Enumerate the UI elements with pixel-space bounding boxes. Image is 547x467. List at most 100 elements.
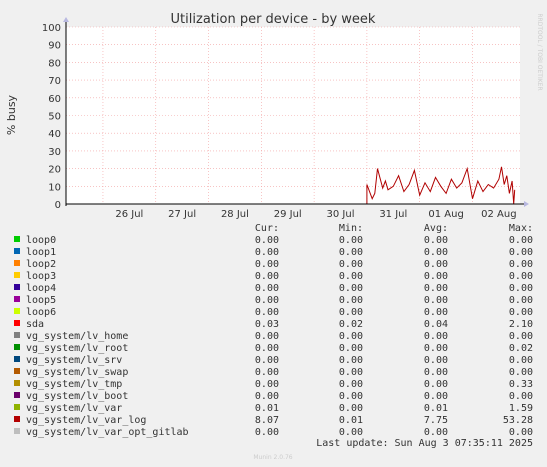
y-axis-arrow: [63, 17, 69, 22]
legend-value-cur: 8.07: [255, 415, 279, 426]
legend-value-min: 0.00: [339, 247, 363, 258]
y-tick-label: 30: [48, 147, 61, 158]
legend-item-name: vg_system/lv_home: [26, 331, 128, 342]
legend-header-cur: Cur:: [255, 223, 279, 234]
legend-value-min: 0.00: [339, 259, 363, 270]
y-tick-label: 90: [48, 41, 61, 52]
x-tick-label: 30 Jul: [327, 209, 355, 220]
legend-value-min: 0.00: [339, 391, 363, 402]
legend-value-max: 0.00: [509, 307, 533, 318]
chart-title: Utilization per device - by week: [171, 12, 376, 27]
legend-value-max: 0.00: [509, 295, 533, 306]
y-tick-label: 20: [48, 165, 61, 176]
last-update: Last update: Sun Aug 3 07:35:11 2025: [316, 438, 533, 449]
legend-item-name: sda: [26, 319, 44, 330]
legend-value-max: 0.33: [509, 379, 533, 390]
legend-value-max: 0.00: [509, 367, 533, 378]
legend-item-name: vg_system/lv_root: [26, 343, 128, 354]
legend-swatch: [14, 236, 20, 242]
legend-value-avg: 0.00: [424, 343, 448, 354]
x-axis-arrow: [524, 201, 529, 207]
legend-value-min: 0.00: [339, 379, 363, 390]
x-tick-label: 02 Aug: [481, 209, 516, 220]
legend-value-avg: 0.00: [424, 235, 448, 246]
legend-value-max: 0.00: [509, 235, 533, 246]
legend-value-cur: 0.00: [255, 307, 279, 318]
legend-value-avg: 7.75: [424, 415, 448, 426]
legend-value-min: 0.02: [339, 319, 363, 330]
legend-item-name: loop4: [26, 283, 56, 294]
legend-value-min: 0.00: [339, 331, 363, 342]
y-tick-label: 50: [48, 112, 61, 123]
legend-item-name: loop5: [26, 295, 56, 306]
munin-version: Munin 2.0.76: [253, 454, 292, 461]
legend-value-cur: 0.00: [255, 271, 279, 282]
y-tick-label: 60: [48, 94, 61, 105]
legend-value-avg: 0.00: [424, 331, 448, 342]
legend-value-cur: 0.00: [255, 247, 279, 258]
legend-value-cur: 0.00: [255, 427, 279, 438]
legend-swatch: [14, 416, 20, 422]
legend-value-avg: 0.00: [424, 391, 448, 402]
legend-swatch: [14, 248, 20, 254]
legend-header-avg: Avg:: [424, 223, 448, 234]
legend-value-min: 0.00: [339, 271, 363, 282]
legend-value-avg: 0.00: [424, 355, 448, 366]
legend-swatch: [14, 344, 20, 350]
legend-value-cur: 0.00: [255, 283, 279, 294]
y-tick-label: 40: [48, 129, 61, 140]
legend-value-min: 0.00: [339, 235, 363, 246]
legend-value-max: 1.59: [509, 403, 533, 414]
legend-value-min: 0.00: [339, 355, 363, 366]
legend-swatch: [14, 260, 20, 266]
legend-value-avg: 0.00: [424, 271, 448, 282]
plot-area: [66, 27, 520, 204]
y-tick-label: 80: [48, 58, 61, 69]
legend-value-min: 0.00: [339, 427, 363, 438]
legend-swatch: [14, 368, 20, 374]
legend-swatch: [14, 272, 20, 278]
legend-value-cur: 0.00: [255, 391, 279, 402]
legend-item-name: vg_system/lv_boot: [26, 391, 128, 402]
legend-value-avg: 0.00: [424, 427, 448, 438]
legend-swatch: [14, 332, 20, 338]
x-tick-label: 28 Jul: [221, 209, 249, 220]
legend-value-min: 0.00: [339, 295, 363, 306]
legend-value-avg: 0.00: [424, 379, 448, 390]
legend-value-max: 0.00: [509, 427, 533, 438]
rrdtool-credit: RRDTOOL / TOBI OETIKER: [536, 13, 543, 90]
legend-swatch: [14, 284, 20, 290]
legend-item-name: loop0: [26, 235, 56, 246]
legend-value-max: 0.02: [509, 343, 533, 354]
y-tick-label: 0: [55, 200, 61, 211]
legend-swatch: [14, 356, 20, 362]
legend-value-max: 0.00: [509, 271, 533, 282]
legend-value-cur: 0.00: [255, 235, 279, 246]
legend-value-cur: 0.03: [255, 319, 279, 330]
legend-item-name: vg_system/lv_var: [26, 403, 122, 414]
legend-value-max: 0.00: [509, 331, 533, 342]
legend-item-name: vg_system/lv_swap: [26, 367, 128, 378]
legend-value-min: 0.00: [339, 343, 363, 354]
y-tick-label: 10: [48, 182, 61, 193]
legend-item-name: vg_system/lv_tmp: [26, 379, 122, 390]
legend-header-min: Min:: [339, 223, 363, 234]
legend-swatch: [14, 380, 20, 386]
y-tick-label: 70: [48, 76, 61, 87]
legend-value-min: 0.00: [339, 283, 363, 294]
legend-value-cur: 0.01: [255, 403, 279, 414]
legend-value-avg: 0.01: [424, 403, 448, 414]
legend-value-max: 0.00: [509, 391, 533, 402]
legend-item-name: loop2: [26, 259, 56, 270]
y-axis-label: % busy: [5, 94, 18, 135]
legend-item-name: loop3: [26, 271, 56, 282]
legend-value-cur: 0.00: [255, 331, 279, 342]
x-tick-label: 01 Aug: [428, 209, 463, 220]
legend-item-name: loop6: [26, 307, 56, 318]
legend-value-max: 2.10: [509, 319, 533, 330]
legend-item-name: vg_system/lv_var_opt_gitlab: [26, 427, 189, 438]
x-tick-label: 31 Jul: [379, 209, 407, 220]
legend-value-min: 0.00: [339, 403, 363, 414]
legend-item-name: vg_system/lv_srv: [26, 355, 122, 366]
legend-value-avg: 0.04: [424, 319, 448, 330]
